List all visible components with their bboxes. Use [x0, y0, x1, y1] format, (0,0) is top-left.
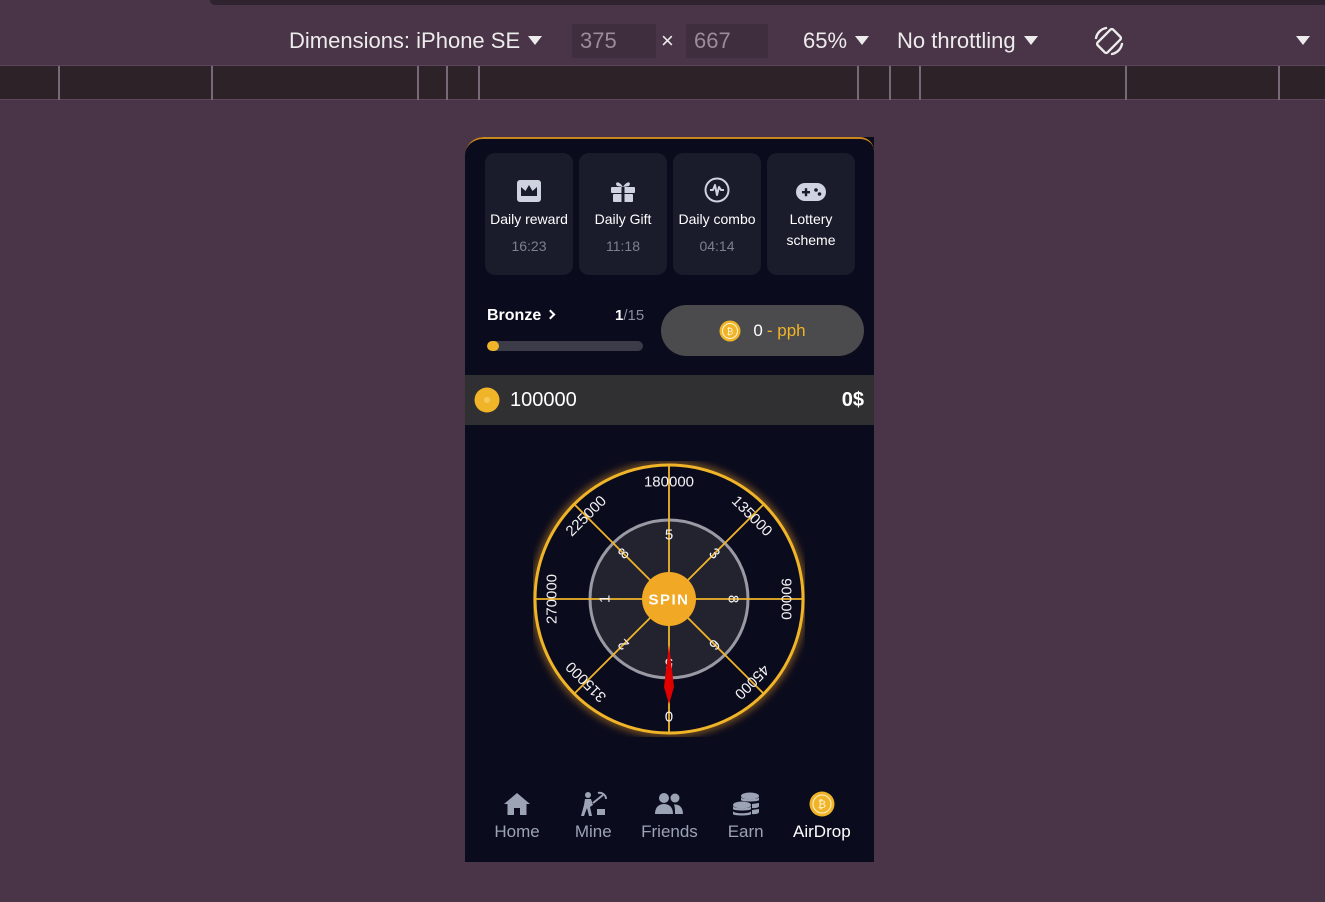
- coin-icon: ₿: [719, 320, 741, 341]
- card-label: Lottery scheme: [786, 211, 836, 248]
- nav-label: Earn: [727, 822, 764, 841]
- pph-suffix: - pph: [766, 320, 806, 340]
- dimensions-dropdown[interactable]: Dimensions: iPhone SE: [289, 26, 543, 56]
- balance-coins: 100000: [510, 388, 577, 411]
- devtools-top-strip: [0, 0, 1325, 16]
- ruler-mark[interactable]: [919, 66, 921, 100]
- media-query-ruler: [0, 66, 1325, 100]
- prize-wheel[interactable]: 1800001350009000045000031500027000022500…: [533, 461, 805, 737]
- airdrop-coin-icon: ₿: [809, 791, 835, 817]
- device-toolbar: Dimensions: iPhone SE 375 × 667 65% No t…: [0, 16, 1325, 66]
- ruler-mark[interactable]: [478, 66, 480, 100]
- balance-bar: 100000 0$: [465, 375, 874, 425]
- chevron-right-icon: [545, 309, 556, 320]
- wheel-outer-value: 90000: [778, 578, 795, 620]
- throttling-label: No throttling: [897, 28, 1016, 53]
- ruler-mark[interactable]: [1278, 66, 1280, 100]
- caret-down-icon: [528, 35, 543, 45]
- nav-home[interactable]: Home: [481, 772, 553, 862]
- caret-down-icon: [1023, 35, 1038, 45]
- level-total: /15: [623, 307, 645, 324]
- wheel-outer-value: 270000: [544, 574, 561, 624]
- level-block: Bronze 1/15: [487, 307, 647, 325]
- ruler-mark[interactable]: [1125, 66, 1127, 100]
- height-input[interactable]: 667: [686, 24, 768, 58]
- nav-mine[interactable]: Mine: [557, 772, 629, 862]
- daily-gift-card[interactable]: Daily Gift 11:18: [579, 153, 667, 275]
- nav-airdrop[interactable]: ₿ AirDrop: [786, 772, 858, 862]
- throttling-dropdown[interactable]: No throttling: [897, 26, 1038, 56]
- zoom-label: 65%: [803, 28, 848, 53]
- card-time: 16:23: [511, 238, 547, 254]
- nav-label: AirDrop: [793, 822, 851, 841]
- height-value: 667: [694, 28, 731, 53]
- dimensions-label: Dimensions: iPhone SE: [289, 28, 521, 53]
- combo-icon: [704, 177, 730, 203]
- nav-friends[interactable]: Friends: [633, 772, 705, 862]
- level-name[interactable]: Bronze: [487, 307, 541, 324]
- devtools-tab: [210, 0, 1325, 5]
- wheel-inner-value: 1: [597, 595, 614, 603]
- gamepad-icon: [796, 183, 826, 201]
- bottom-nav: Home Mine Friends Earn ₿ AirDrop: [465, 772, 874, 862]
- ruler-mark[interactable]: [857, 66, 859, 100]
- daily-cards: Daily reward 16:23 Daily Gift 11:18 Dail…: [485, 153, 855, 275]
- level-count: 1/15: [615, 307, 644, 324]
- daily-combo-card[interactable]: Daily combo 04:14: [673, 153, 761, 275]
- ruler-mark[interactable]: [446, 66, 448, 100]
- nav-label: Mine: [574, 822, 612, 841]
- crown-icon: [517, 180, 541, 202]
- width-input[interactable]: 375: [572, 24, 656, 58]
- wheel-outer-value: 180000: [644, 474, 694, 491]
- more-options-caret-icon[interactable]: [1296, 36, 1310, 45]
- dimension-separator: ×: [661, 28, 674, 53]
- width-value: 375: [580, 28, 617, 53]
- friends-icon: [655, 793, 684, 814]
- nav-label: Friends: [641, 822, 698, 841]
- level-progress-fill: [487, 341, 500, 351]
- ruler-mark[interactable]: [58, 66, 60, 100]
- coin-icon: [474, 387, 500, 413]
- gift-icon: [611, 182, 635, 202]
- lottery-scheme-card[interactable]: Lottery scheme: [767, 153, 855, 275]
- wheel-inner-value: 8: [725, 595, 742, 603]
- ruler-mark[interactable]: [211, 66, 213, 100]
- phone-viewport: Daily reward 16:23 Daily Gift 11:18 Dail…: [465, 137, 874, 862]
- svg-text:₿: ₿: [818, 798, 826, 811]
- card-time: 04:14: [699, 238, 735, 254]
- wheel-outer-value: 0: [665, 708, 673, 725]
- level-progress-bar: [487, 341, 643, 351]
- home-icon: [504, 793, 531, 815]
- pph-pill[interactable]: ₿ 0- pph: [661, 305, 864, 356]
- card-label: Daily combo: [678, 211, 756, 227]
- zoom-dropdown[interactable]: 65%: [803, 26, 870, 56]
- ruler-mark[interactable]: [417, 66, 419, 100]
- caret-down-icon: [855, 35, 870, 45]
- ruler-mark[interactable]: [889, 66, 891, 100]
- nav-label: Home: [494, 822, 540, 841]
- daily-reward-card[interactable]: Daily reward 16:23: [485, 153, 573, 275]
- spin-label: SPIN: [648, 592, 689, 609]
- mine-icon: [581, 791, 608, 816]
- card-label: Daily Gift: [594, 211, 652, 227]
- pph-value: 0: [753, 320, 763, 340]
- balance-usd: 0$: [841, 388, 864, 411]
- card-label: Daily reward: [490, 211, 568, 227]
- earn-icon: [732, 792, 759, 816]
- wheel-inner-value: 5: [665, 527, 673, 544]
- card-time: 11:18: [606, 238, 640, 254]
- nav-earn[interactable]: Earn: [710, 772, 782, 862]
- svg-text:₿: ₿: [727, 326, 734, 337]
- rotate-icon[interactable]: [1092, 24, 1126, 58]
